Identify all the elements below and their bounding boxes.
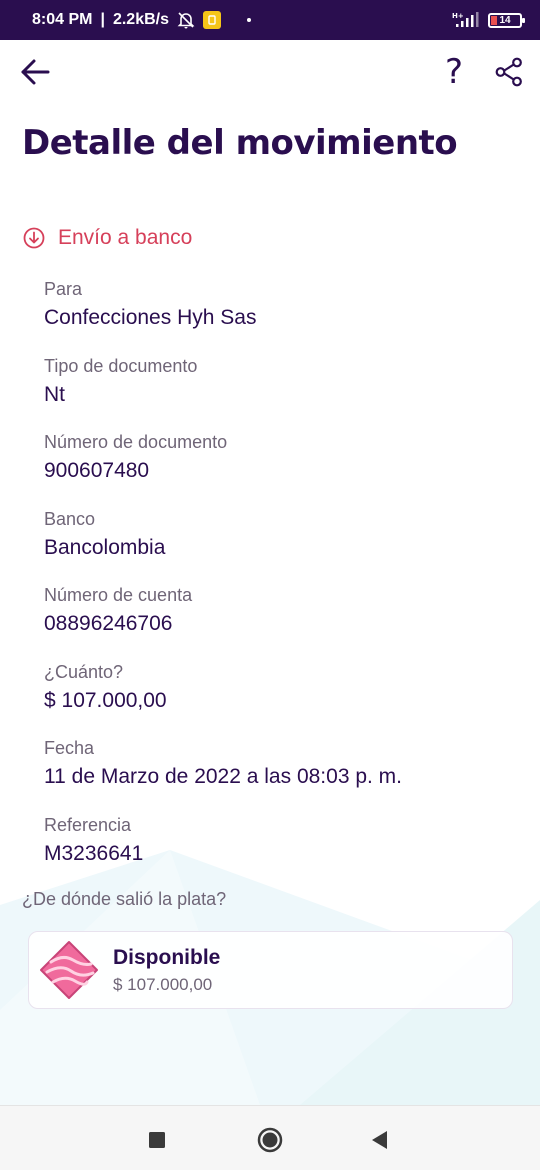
- back-button[interactable]: [13, 50, 57, 94]
- detail-document-number: Número de documento 900607480: [44, 431, 524, 508]
- detail-list: Para Confecciones Hyh Sas Tipo de docume…: [44, 278, 524, 890]
- status-time: 8:04 PM: [32, 11, 93, 28]
- detail-value: Bancolombia: [44, 535, 166, 559]
- screen: 8:04 PM | 2.2kB/s H+ 14 ? Detalle del mo…: [0, 0, 540, 1170]
- source-question: ¿De dónde salió la plata?: [22, 889, 227, 909]
- arrow-left-icon: [21, 59, 50, 85]
- home-icon: [257, 1127, 283, 1153]
- detail-label: Número de documento: [44, 432, 228, 452]
- status-separator: |: [100, 11, 105, 28]
- detail-value: M3236641: [44, 841, 144, 865]
- status-speed: 2.2kB/s: [112, 11, 169, 28]
- bell-off-icon: [177, 12, 195, 29]
- help-icon: ?: [444, 52, 464, 92]
- detail-label: Referencia: [44, 814, 132, 835]
- detail-document-type: Tipo de documento Nt: [44, 355, 524, 432]
- detail-label: Fecha: [44, 738, 95, 758]
- network-type: H+: [452, 12, 464, 20]
- detail-account-number: Número de cuenta 08896246706: [44, 584, 524, 661]
- page-title: Detalle del movimiento: [22, 123, 458, 163]
- detail-value: Nt: [44, 382, 65, 406]
- detail-label: Banco: [44, 508, 96, 529]
- detail-label: Para: [44, 279, 83, 299]
- detail-value: Confecciones Hyh Sas: [44, 306, 257, 329]
- movement-type-label: Envío a banco: [58, 226, 193, 249]
- detail-recipient: Para Confecciones Hyh Sas: [44, 278, 524, 355]
- recent-apps-icon: [149, 1132, 165, 1148]
- share-icon: [495, 57, 522, 87]
- help-button[interactable]: ?: [432, 50, 476, 94]
- detail-value: 11 de Marzo de 2022 a las 08:03 p. m.: [44, 765, 403, 788]
- status-bar: 8:04 PM | 2.2kB/s H+ 14: [0, 0, 540, 40]
- battery-icon: 14: [488, 12, 525, 28]
- battery-level: 14: [499, 14, 511, 26]
- detail-reference: Referencia M3236641: [44, 814, 524, 891]
- system-back-button[interactable]: [360, 1120, 400, 1160]
- app-bar: ?: [0, 40, 540, 104]
- detail-label: Número de cuenta: [44, 585, 193, 605]
- detail-label: Tipo de documento: [44, 355, 198, 376]
- system-nav-bar: [0, 1105, 540, 1170]
- share-button[interactable]: [487, 50, 531, 94]
- source-text: Disponible $ 107.000,00: [113, 945, 220, 995]
- arrow-down-circle-icon: [23, 227, 45, 249]
- signal-icon: H+: [452, 12, 479, 27]
- movement-type: Envío a banco: [22, 226, 192, 250]
- app-notification-icon: [203, 11, 221, 29]
- source-name: Disponible: [113, 946, 221, 969]
- detail-bank: Banco Bancolombia: [44, 508, 524, 585]
- back-triangle-icon: [372, 1131, 387, 1149]
- detail-value: $ 107.000,00: [44, 688, 167, 712]
- detail-value: 900607480: [44, 459, 150, 482]
- source-pocket-card[interactable]: Disponible $ 107.000,00: [28, 931, 513, 1009]
- recent-apps-button[interactable]: [137, 1120, 177, 1160]
- pocket-icon: [40, 941, 98, 999]
- detail-amount: ¿Cuánto? $ 107.000,00: [44, 661, 524, 738]
- detail-date: Fecha 11 de Marzo de 2022 a las 08:03 p.…: [44, 737, 524, 814]
- home-button[interactable]: [250, 1120, 290, 1160]
- notification-dot: [247, 18, 251, 22]
- detail-label: ¿Cuánto?: [44, 661, 124, 682]
- detail-value: 08896246706: [44, 612, 173, 635]
- source-amount: $ 107.000,00: [113, 975, 213, 994]
